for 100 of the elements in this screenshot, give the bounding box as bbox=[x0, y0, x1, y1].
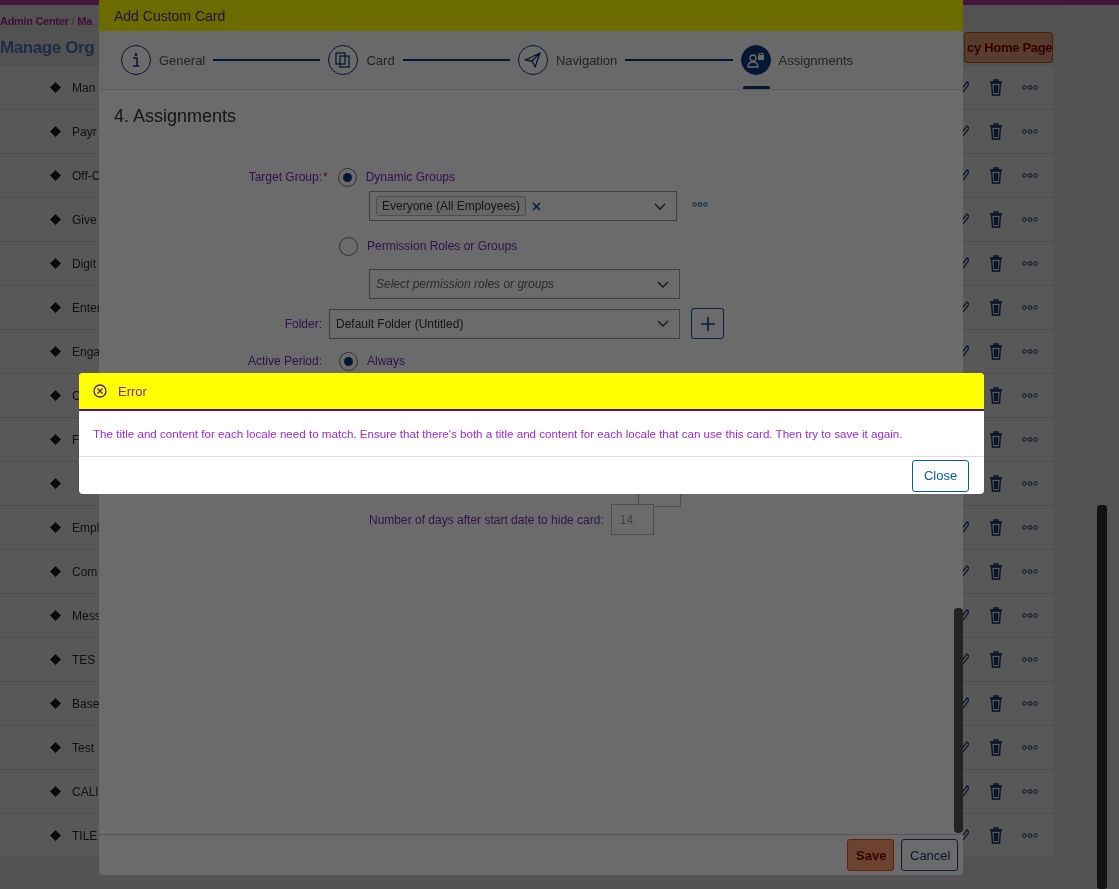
diamond-icon bbox=[50, 478, 61, 489]
diamond-icon bbox=[50, 82, 61, 93]
send-icon bbox=[524, 52, 542, 68]
row-name: Empl bbox=[72, 520, 100, 535]
delete-icon[interactable] bbox=[989, 211, 1003, 228]
save-button[interactable]: Save bbox=[847, 839, 894, 871]
more-icon[interactable] bbox=[1022, 789, 1038, 794]
folder-select[interactable]: Default Folder (Untitled) bbox=[329, 308, 680, 339]
more-icon[interactable] bbox=[1022, 393, 1038, 398]
row-name: Enga bbox=[72, 344, 101, 359]
remove-icon[interactable] bbox=[532, 201, 542, 211]
delete-icon[interactable] bbox=[989, 431, 1003, 448]
more-icon[interactable] bbox=[1022, 657, 1038, 662]
delete-icon[interactable] bbox=[989, 519, 1003, 536]
more-icon[interactable] bbox=[1022, 305, 1038, 310]
error-message: The title and content for each locale need to match. Ensure that there's both a title and content for each locale that can use this card. Then try to save it again. bbox=[93, 427, 903, 440]
delete-icon[interactable] bbox=[989, 651, 1003, 668]
cancel-button[interactable]: Cancel bbox=[901, 839, 958, 871]
more-icon[interactable] bbox=[1022, 481, 1038, 486]
more-icon[interactable] bbox=[1022, 349, 1038, 354]
delete-icon[interactable] bbox=[989, 475, 1003, 492]
delete-icon[interactable] bbox=[989, 739, 1003, 756]
plus-icon bbox=[700, 316, 715, 331]
diamond-icon bbox=[50, 170, 61, 181]
more-icon[interactable] bbox=[1022, 569, 1038, 574]
error-icon bbox=[93, 384, 107, 398]
more-icon[interactable] bbox=[1022, 261, 1038, 266]
dialog-title: Add Custom Card bbox=[114, 7, 226, 24]
row-name: Off-C bbox=[72, 168, 101, 183]
diamond-icon bbox=[50, 346, 61, 357]
more-icon[interactable] bbox=[1022, 173, 1038, 178]
delete-icon[interactable] bbox=[989, 343, 1003, 360]
row-name: Test bbox=[72, 740, 94, 755]
breadcrumb-link[interactable]: Admin Center bbox=[0, 15, 69, 27]
delete-icon[interactable] bbox=[989, 167, 1003, 184]
row-name: Mess bbox=[72, 608, 101, 623]
close-button[interactable]: Close bbox=[912, 459, 969, 492]
row-name: TES bbox=[72, 652, 96, 667]
radio-option[interactable]: Dynamic Groups bbox=[337, 167, 456, 187]
more-icon[interactable] bbox=[1022, 525, 1038, 530]
breadcrumb-link[interactable]: Ma bbox=[77, 15, 92, 27]
radio-option[interactable]: Permission Roles or Groups bbox=[339, 236, 518, 256]
more-icon[interactable] bbox=[1022, 833, 1038, 838]
more-icon[interactable] bbox=[1022, 437, 1038, 442]
field-label: Target Group: bbox=[247, 170, 322, 184]
field-label: Folder: bbox=[283, 316, 322, 331]
diamond-icon bbox=[50, 126, 61, 137]
more-icon[interactable] bbox=[1022, 217, 1038, 222]
row-name: TILE bbox=[72, 828, 98, 843]
row-name: CALI bbox=[72, 784, 99, 799]
group-select[interactable]: Everyone (All Employees) bbox=[369, 191, 677, 221]
field-label: Number of days after start date to hide card: bbox=[369, 512, 604, 527]
diamond-icon bbox=[50, 786, 61, 797]
delete-icon[interactable] bbox=[989, 827, 1003, 844]
add-button[interactable] bbox=[691, 308, 724, 339]
delete-icon[interactable] bbox=[989, 695, 1003, 712]
error-title: Error bbox=[118, 383, 147, 399]
group-token: Everyone (All Employees) bbox=[376, 196, 527, 216]
chevron-down-icon bbox=[654, 202, 666, 210]
delete-icon[interactable] bbox=[989, 255, 1003, 272]
scrollbar[interactable] bbox=[1097, 505, 1107, 889]
roles-select[interactable]: Select permission roles or groups bbox=[369, 269, 680, 299]
row-name: Enter bbox=[72, 300, 101, 315]
diamond-icon bbox=[50, 522, 61, 533]
delete-icon[interactable] bbox=[989, 299, 1003, 316]
more-icon[interactable] bbox=[1022, 129, 1038, 134]
more-icon[interactable] bbox=[1022, 745, 1038, 750]
required-mark: * bbox=[323, 170, 328, 184]
row-name: Give bbox=[72, 212, 97, 227]
delete-icon[interactable] bbox=[989, 123, 1003, 140]
home-page-button[interactable]: cy Home Page bbox=[964, 32, 1053, 63]
wizard-step[interactable]: Navigation bbox=[517, 31, 618, 89]
more-icon[interactable] bbox=[1022, 701, 1038, 706]
diamond-icon bbox=[50, 214, 61, 225]
wizard-step[interactable]: Assignments bbox=[740, 31, 853, 89]
diamond-icon bbox=[50, 654, 61, 665]
row-name: Digit bbox=[72, 256, 96, 271]
breadcrumb-separator: / bbox=[71, 15, 75, 27]
copy-icon bbox=[335, 52, 352, 68]
diamond-icon bbox=[50, 610, 61, 621]
scrollbar[interactable] bbox=[954, 608, 963, 833]
diamond-icon bbox=[50, 566, 61, 577]
diamond-icon bbox=[50, 302, 61, 313]
diamond-icon bbox=[50, 434, 61, 445]
row-name: Man bbox=[72, 80, 96, 95]
delete-icon[interactable] bbox=[989, 79, 1003, 96]
delete-icon[interactable] bbox=[989, 607, 1003, 624]
wizard-step[interactable]: Card bbox=[328, 31, 395, 89]
more-icon[interactable] bbox=[692, 201, 708, 207]
row-name: Payr bbox=[72, 124, 97, 139]
section-title: 4. Assignments bbox=[114, 106, 238, 127]
delete-icon[interactable] bbox=[989, 563, 1003, 580]
chevron-down-icon bbox=[657, 280, 669, 288]
more-icon[interactable] bbox=[1022, 85, 1038, 90]
more-icon[interactable] bbox=[1022, 613, 1038, 618]
radio-option[interactable]: Always bbox=[339, 351, 405, 371]
row-name: F bbox=[72, 432, 80, 447]
delete-icon[interactable] bbox=[989, 387, 1003, 404]
delete-icon[interactable] bbox=[989, 783, 1003, 800]
wizard-step[interactable]: General bbox=[121, 31, 206, 89]
